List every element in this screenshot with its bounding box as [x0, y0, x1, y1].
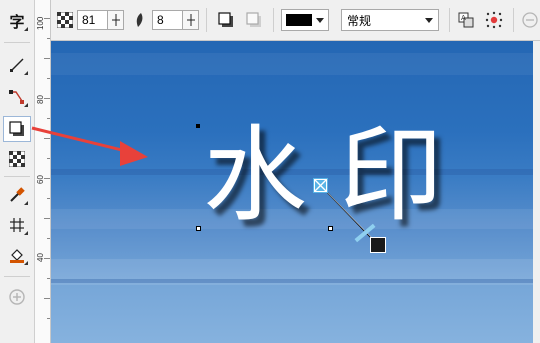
- text-tool-label: 字: [9, 12, 25, 31]
- annotation-arrow: [31, 126, 148, 166]
- clear-shadow-icon: [246, 12, 261, 27]
- shadow-color-swatch: [286, 14, 312, 26]
- toolbar-divider: [273, 8, 274, 32]
- drop-shadow-tool-button[interactable]: [3, 116, 31, 142]
- ruler-label: 80: [36, 95, 45, 104]
- add-tool-button[interactable]: [3, 284, 31, 310]
- ruler-label: 40: [36, 253, 45, 262]
- clear-shadow-button[interactable]: [245, 9, 263, 31]
- ruler-tick: [47, 118, 50, 119]
- svg-text:A: A: [461, 14, 466, 22]
- shadow-vector-overlay: [320, 185, 377, 244]
- ruler-tick: [47, 38, 50, 39]
- toolbar-divider: [206, 8, 207, 32]
- eyedropper-tool-button[interactable]: [3, 182, 31, 208]
- slider-icon: [186, 14, 195, 26]
- checkerboard-icon: [9, 151, 25, 167]
- sparkle-dots-icon: [485, 11, 503, 29]
- toolbar-divider: [513, 8, 514, 32]
- ruler-tick: [47, 78, 50, 79]
- transparency-tool-button[interactable]: [3, 146, 31, 172]
- flyout-indicator-icon: [24, 71, 28, 75]
- merge-mode-control: 常规: [341, 9, 439, 31]
- fill-tool-button[interactable]: [3, 242, 31, 268]
- copy-shadow-button[interactable]: A: [457, 9, 475, 31]
- copy-properties-icon: A: [458, 12, 474, 28]
- cross-icon: [314, 179, 327, 192]
- line-tool-button[interactable]: [3, 52, 31, 78]
- feather-input[interactable]: 8: [152, 10, 183, 30]
- circle-minus-icon: [522, 12, 538, 28]
- merge-mode-dropdown[interactable]: 常规: [341, 9, 439, 31]
- feather-icon: [136, 13, 143, 27]
- drawing-canvas[interactable]: 水 印: [51, 41, 540, 343]
- ruler-tick: [44, 218, 50, 219]
- ruler-tick: [47, 198, 50, 199]
- opacity-input[interactable]: 81: [77, 10, 108, 30]
- slider-icon: [111, 14, 120, 26]
- opacity-slider-button[interactable]: [108, 10, 124, 30]
- ruler-tick: [44, 58, 50, 59]
- toolbar-divider: [449, 8, 450, 32]
- flyout-indicator-icon: [24, 231, 28, 235]
- flyout-indicator-icon: [24, 103, 28, 107]
- drop-shadow-icon: [9, 121, 24, 136]
- chevron-down-icon: [425, 17, 433, 23]
- shadow-effects-button[interactable]: [485, 9, 503, 31]
- property-bar: 81 8 常规 A: [51, 0, 540, 41]
- side-panel-edge: [533, 41, 540, 343]
- ruler-tick: [47, 238, 50, 239]
- connector-tool-button[interactable]: [3, 84, 31, 110]
- feather-control: 8: [134, 9, 199, 31]
- flyout-indicator-icon: [24, 27, 28, 31]
- ruler-label: 100: [36, 16, 45, 30]
- more-options-button[interactable]: [521, 9, 539, 31]
- feather-slider-button[interactable]: [183, 10, 199, 30]
- flyout-indicator-icon: [24, 261, 28, 265]
- opacity-control: 81: [57, 9, 124, 31]
- chevron-down-icon: [316, 17, 324, 23]
- shadow-start-handle[interactable]: [313, 178, 328, 193]
- plus-circle-icon: [9, 289, 25, 305]
- ruler-tick: [44, 298, 50, 299]
- toolbox-divider: [4, 176, 30, 177]
- shadow-direction-button[interactable]: [217, 9, 235, 31]
- smart-fill-tool-button[interactable]: [3, 212, 31, 238]
- shadow-direction-icon: [218, 12, 233, 27]
- toolbox-divider: [4, 42, 30, 43]
- toolbox-divider: [4, 276, 30, 277]
- ruler-tick: [47, 318, 50, 319]
- shadow-end-handle[interactable]: [370, 237, 386, 253]
- opacity-checker-icon: [57, 12, 73, 28]
- ruler-tick: [47, 278, 50, 279]
- text-tool-button[interactable]: 字: [3, 8, 31, 34]
- flyout-indicator-icon: [24, 201, 28, 205]
- shadow-color-picker[interactable]: [281, 9, 329, 31]
- merge-mode-value: 常规: [347, 13, 372, 28]
- shadow-color-dropdown[interactable]: [281, 9, 329, 31]
